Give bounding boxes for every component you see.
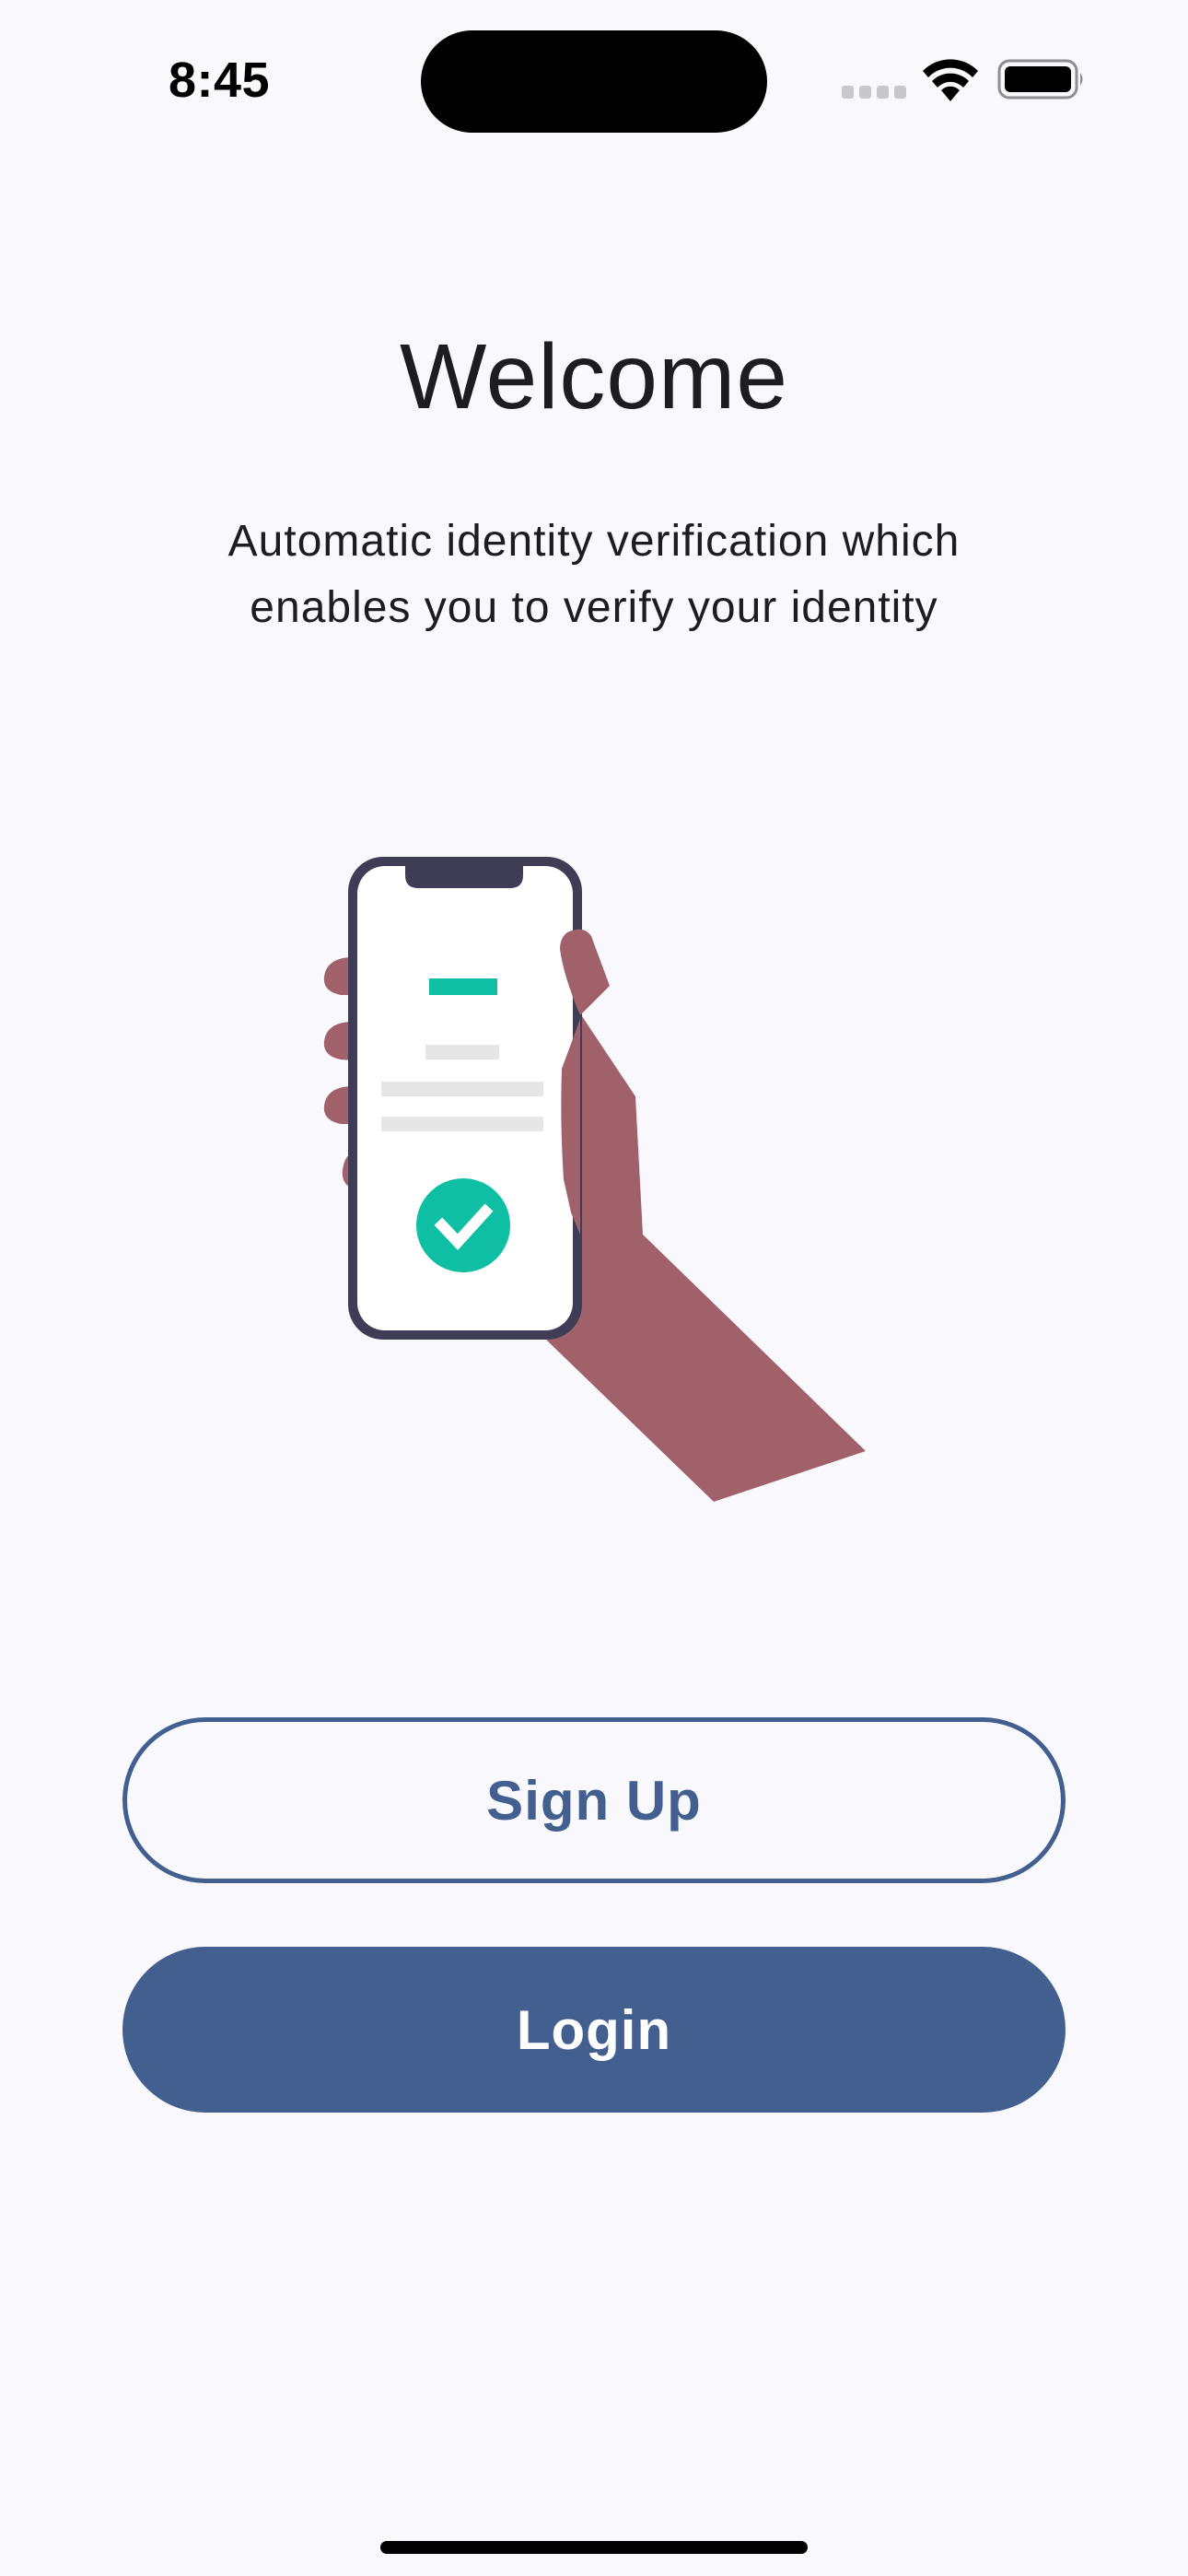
status-time: 8:45 [169, 53, 271, 108]
welcome-screen: 8:45 Welcome Automatic identity verifica… [0, 0, 1188, 2576]
hand-holding-phone-illustration [323, 857, 866, 1502]
page-title: Welcome [400, 325, 788, 428]
dynamic-island [421, 30, 767, 133]
checkmark-icon [416, 1178, 510, 1272]
cellular-signal-icon [842, 86, 906, 99]
home-indicator[interactable] [380, 2541, 808, 2554]
sign-up-button[interactable]: Sign Up [122, 1717, 1066, 1883]
page-subtitle: Automatic identity verification which en… [227, 517, 961, 632]
login-button[interactable]: Login [122, 1947, 1066, 2113]
wifi-icon [923, 59, 978, 101]
battery-icon [997, 59, 1083, 100]
